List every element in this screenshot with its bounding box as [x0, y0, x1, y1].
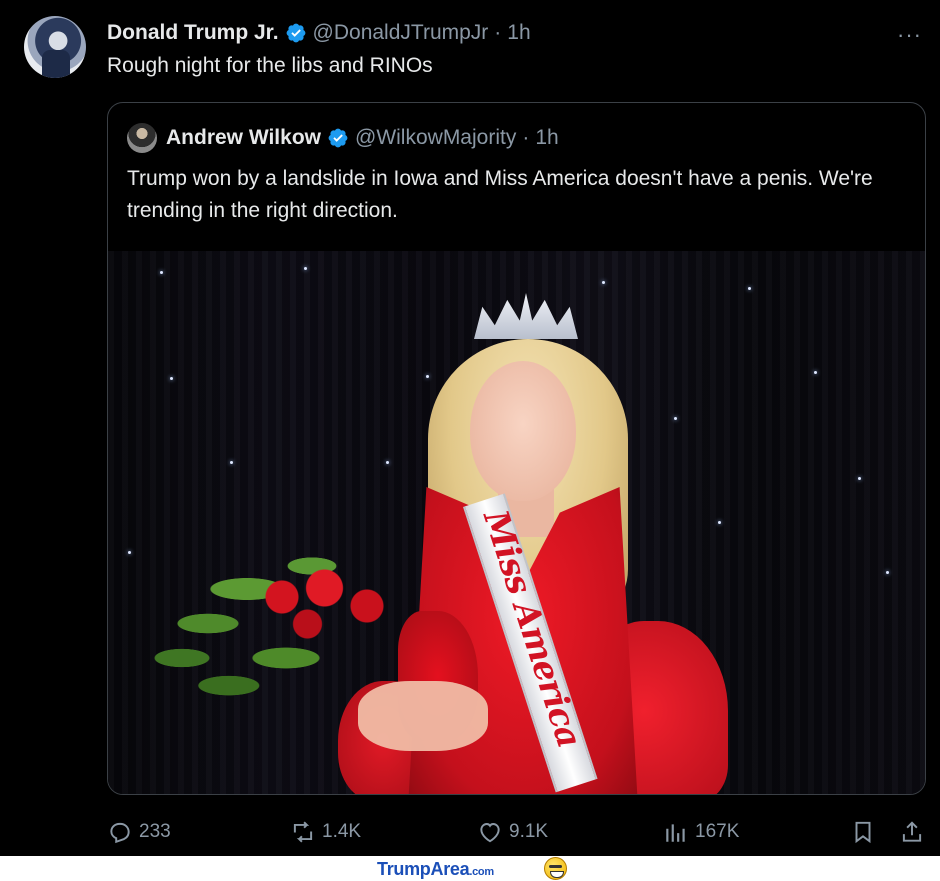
repost-icon [293, 821, 313, 843]
view-count: 167K [695, 821, 740, 842]
backdrop-light [718, 521, 721, 524]
smiley-icon [544, 857, 567, 880]
verified-badge-icon [286, 23, 305, 43]
backdrop-light [170, 377, 173, 380]
views-button[interactable]: 167K [663, 814, 739, 850]
tweet-actions: 233 1.4K 9.1K 167K [107, 814, 927, 850]
backdrop-light [386, 461, 389, 464]
separator-dot: · [494, 21, 502, 44]
backdrop-light [858, 477, 861, 480]
backdrop-light [602, 281, 605, 284]
author-name[interactable]: Donald Trump Jr. [107, 21, 279, 45]
backdrop-light [426, 375, 429, 378]
author-handle[interactable]: @DonaldJTrumpJr [313, 21, 489, 45]
like-count: 9.1K [509, 821, 549, 842]
tweet-text: Rough night for the libs and RINOs [107, 54, 433, 77]
like-button[interactable]: 9.1K [477, 814, 548, 850]
watermark-bar: TrumpArea.com [0, 856, 940, 881]
verified-badge-icon [328, 128, 348, 148]
share-button[interactable] [899, 814, 925, 850]
backdrop-light [674, 417, 677, 420]
quoted-author-name[interactable]: Andrew Wilkow [166, 126, 321, 150]
repost-button[interactable]: 1.4K [290, 814, 361, 850]
backdrop-light [886, 571, 889, 574]
author-avatar[interactable] [24, 16, 86, 78]
reply-count: 233 [139, 821, 171, 842]
backdrop-light [160, 271, 163, 274]
watermark-logo[interactable]: TrumpArea.com [377, 859, 494, 880]
quoted-tweet-photo[interactable]: Miss America [108, 251, 925, 794]
more-options-icon[interactable]: ··· [897, 22, 922, 48]
tweet-time[interactable]: 1h [507, 21, 530, 45]
quoted-author-handle[interactable]: @WilkowMajority [355, 126, 516, 150]
quoted-tweet-header: Andrew Wilkow @WilkowMajority · 1h [166, 123, 559, 153]
separator-dot: · [522, 126, 530, 149]
tweet: Donald Trump Jr. @DonaldJTrumpJr · 1h ··… [0, 0, 940, 856]
reply-icon [110, 822, 130, 844]
bookmark-button[interactable] [850, 814, 876, 850]
face [470, 361, 576, 501]
backdrop-light [230, 461, 233, 464]
watermark-suffix: .com [469, 866, 494, 878]
backdrop-light [814, 371, 817, 374]
rose-bouquet [248, 561, 418, 651]
bookmark-icon [855, 821, 871, 844]
hands [358, 681, 488, 751]
repost-count: 1.4K [322, 821, 362, 842]
backdrop-light [304, 267, 307, 270]
share-icon [902, 821, 922, 842]
quoted-author-avatar[interactable] [127, 123, 157, 153]
quoted-tweet[interactable]: Andrew Wilkow @WilkowMajority · 1h Trump… [107, 102, 926, 795]
backdrop-light [748, 287, 751, 290]
watermark-brand: TrumpArea [377, 859, 470, 879]
views-icon [666, 824, 685, 842]
quoted-tweet-text: Trump won by a landslide in Iowa and Mis… [127, 167, 873, 222]
reply-button[interactable]: 233 [107, 814, 171, 850]
quoted-tweet-time[interactable]: 1h [535, 126, 558, 150]
heart-icon [480, 823, 500, 843]
tweet-header: Donald Trump Jr. @DonaldJTrumpJr · 1h [107, 18, 531, 48]
